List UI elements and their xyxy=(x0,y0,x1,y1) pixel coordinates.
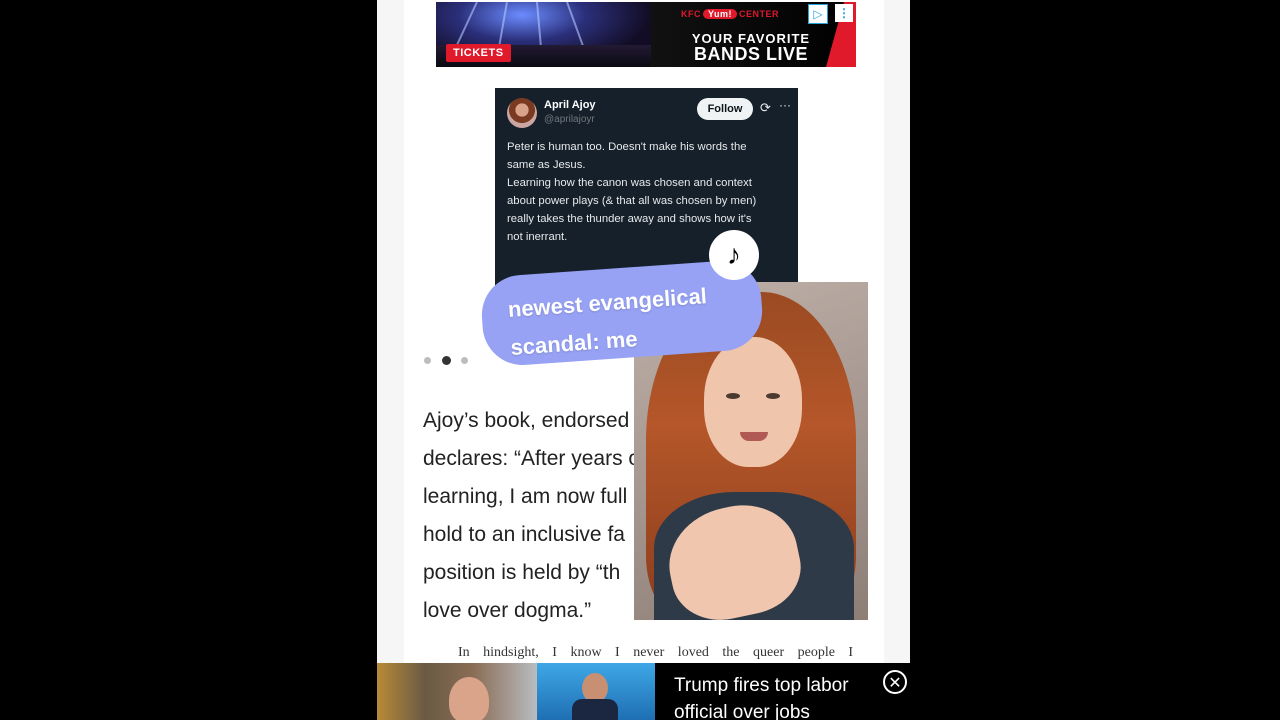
carousel-dots[interactable] xyxy=(424,351,479,369)
article-body: Ajoy’s book, endorsed by declares: “Afte… xyxy=(423,409,658,622)
tweet-author-handle[interactable]: @aprilajoyr xyxy=(544,114,595,125)
carousel-dot-2[interactable] xyxy=(442,356,451,365)
caption-text: newest evangelical scandal: me xyxy=(507,283,708,360)
tickets-badge[interactable]: TICKETS xyxy=(446,44,511,62)
tweet-text: Peter is human too. Doesn't make his wor… xyxy=(507,141,757,243)
news-headline[interactable]: Trump fires top labor official over jobs xyxy=(674,672,849,720)
adchoices-play-icon[interactable]: ▷ xyxy=(808,4,828,24)
close-icon[interactable]: ✕ xyxy=(883,670,907,694)
ad-menu-icon[interactable]: ⋮ xyxy=(835,4,853,22)
venue-logo: KFC Yum! CENTER xyxy=(681,9,780,19)
ad-headline-2: BANDS LIVE xyxy=(693,44,808,64)
carousel-dot-3[interactable] xyxy=(461,357,468,364)
more-horizontal-icon[interactable]: ··· xyxy=(779,98,791,112)
creator-face xyxy=(704,337,802,467)
news-ad-banner[interactable]: Trump fires top labor official over jobs… xyxy=(377,663,910,720)
concert-ad-banner[interactable]: TICKETS KFC Yum! CENTER YOUR FAVORITE BAND… xyxy=(436,2,856,67)
article-screenshot: TICKETS KFC Yum! CENTER YOUR FAVORITE BAND… xyxy=(377,0,910,720)
book-excerpt: In hindsight, I know I never loved the q… xyxy=(458,645,854,660)
tweet-author-name[interactable]: April Ajoy xyxy=(544,99,596,111)
avatar[interactable] xyxy=(507,98,537,128)
tiktok-logo-icon[interactable]: ♪ xyxy=(709,230,759,280)
follow-button[interactable]: Follow xyxy=(697,98,753,120)
refresh-icon[interactable]: ⟳ xyxy=(760,100,771,116)
carousel-dot-1[interactable] xyxy=(424,357,431,364)
